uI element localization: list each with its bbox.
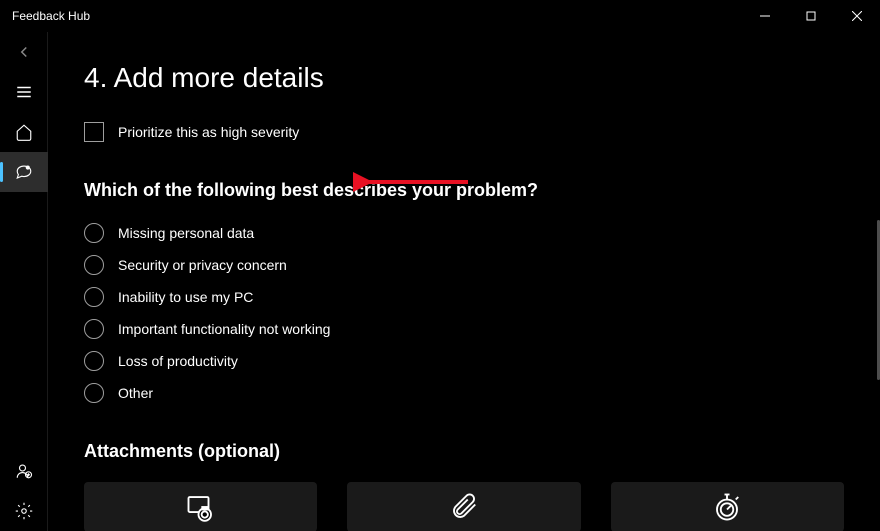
minimize-icon: [760, 11, 770, 21]
app-title: Feedback Hub: [12, 9, 90, 23]
radio-item[interactable]: Inability to use my PC: [84, 287, 844, 307]
radio-item[interactable]: Loss of productivity: [84, 351, 844, 371]
priority-checkbox-label: Prioritize this as high severity: [118, 124, 299, 140]
main-content: 4. Add more details Prioritize this as h…: [48, 32, 880, 531]
attachments-row: [84, 482, 844, 531]
attachment-recreate-button[interactable]: [611, 482, 844, 531]
radio-item[interactable]: Missing personal data: [84, 223, 844, 243]
radio-button[interactable]: [84, 319, 104, 339]
radio-button[interactable]: [84, 351, 104, 371]
radio-button[interactable]: [84, 223, 104, 243]
priority-checkbox-row[interactable]: Prioritize this as high severity: [84, 122, 844, 142]
stopwatch-icon: [712, 492, 742, 522]
radio-item[interactable]: Other: [84, 383, 844, 403]
attachment-file-button[interactable]: [347, 482, 580, 531]
sidebar-item-home[interactable]: [0, 112, 48, 152]
back-button[interactable]: [0, 32, 48, 72]
radio-label: Important functionality not working: [118, 321, 330, 337]
sidebar-item-account[interactable]: [0, 451, 48, 491]
priority-checkbox[interactable]: [84, 122, 104, 142]
radio-label: Missing personal data: [118, 225, 254, 241]
account-icon: [15, 462, 33, 480]
radio-label: Inability to use my PC: [118, 289, 253, 305]
maximize-button[interactable]: [788, 0, 834, 32]
attachment-screenshot-button[interactable]: [84, 482, 317, 531]
back-arrow-icon: [15, 43, 33, 61]
radio-button[interactable]: [84, 255, 104, 275]
sidebar-item-settings[interactable]: [0, 491, 48, 531]
titlebar: Feedback Hub: [0, 0, 880, 32]
window-controls: [742, 0, 880, 32]
attachments-title: Attachments (optional): [84, 441, 844, 462]
home-icon: [15, 123, 33, 141]
radio-button[interactable]: [84, 287, 104, 307]
radio-label: Loss of productivity: [118, 353, 238, 369]
menu-button[interactable]: [0, 72, 48, 112]
hamburger-icon: [15, 83, 33, 101]
section-title: 4. Add more details: [84, 62, 844, 94]
radio-label: Security or privacy concern: [118, 257, 287, 273]
close-button[interactable]: [834, 0, 880, 32]
radio-label: Other: [118, 385, 153, 401]
sidebar-item-feedback[interactable]: [0, 152, 48, 192]
attach-icon: [449, 492, 479, 522]
feedback-icon: [15, 163, 33, 181]
minimize-button[interactable]: [742, 0, 788, 32]
radio-button[interactable]: [84, 383, 104, 403]
gear-icon: [15, 502, 33, 520]
radio-item[interactable]: Important functionality not working: [84, 319, 844, 339]
radio-item[interactable]: Security or privacy concern: [84, 255, 844, 275]
radio-list: Missing personal data Security or privac…: [84, 223, 844, 403]
close-icon: [852, 11, 862, 21]
maximize-icon: [806, 11, 816, 21]
question-title: Which of the following best describes yo…: [84, 180, 844, 201]
sidebar: [0, 32, 48, 531]
screenshot-icon: [186, 492, 216, 522]
